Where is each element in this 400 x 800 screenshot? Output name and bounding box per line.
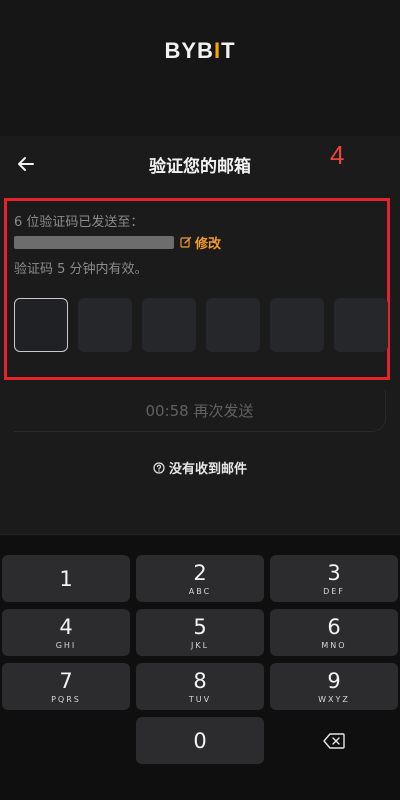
key-1[interactable]: 1 <box>2 555 130 602</box>
key-9[interactable]: 9 WXYZ <box>270 663 398 710</box>
code-input-group <box>14 298 400 354</box>
key-digit: 1 <box>59 566 73 591</box>
code-digit-4[interactable] <box>206 298 260 352</box>
key-digit: 6 <box>327 614 341 639</box>
edit-email-link[interactable]: 修改 <box>180 233 221 252</box>
key-8[interactable]: 8 TUV <box>136 663 264 710</box>
key-6[interactable]: 6 MNO <box>270 609 398 656</box>
code-sent-label: 6 位验证码已发送至： <box>14 215 144 230</box>
key-digit: 0 <box>193 728 207 753</box>
key-digit: 4 <box>59 614 73 639</box>
code-digit-6[interactable] <box>334 298 388 352</box>
code-digit-5[interactable] <box>270 298 324 352</box>
key-2[interactable]: 2 ABC <box>136 555 264 602</box>
app-screen: BYBIT 验证您的邮箱 4 6 位验证码已发送至： 修改 验证码 5 分钟内有… <box>0 0 400 800</box>
key-digit: 7 <box>59 668 73 693</box>
email-row: 修改 <box>14 232 221 252</box>
help-circle-icon <box>153 461 165 474</box>
key-letters: GHI <box>55 640 77 650</box>
code-digit-2[interactable] <box>78 298 132 352</box>
delete-key[interactable] <box>270 717 398 764</box>
no-email-received-link[interactable]: 没有收到邮件 <box>0 458 400 477</box>
key-4[interactable]: 4 GHI <box>2 609 130 656</box>
key-letters: PQRS <box>51 694 81 704</box>
key-blank <box>2 717 130 764</box>
brand-area: BYBIT <box>0 0 400 136</box>
key-letters: MNO <box>321 640 347 650</box>
code-digit-1[interactable] <box>14 298 68 352</box>
key-letters: WXYZ <box>318 694 350 704</box>
annotation-number: 4 <box>330 140 345 170</box>
key-digit: 8 <box>193 668 207 693</box>
key-0[interactable]: 0 <box>136 717 264 764</box>
resend-button[interactable]: 00:58 再次发送 <box>14 390 386 432</box>
key-letters: JKL <box>190 640 210 650</box>
verify-email-sheet: 验证您的邮箱 4 6 位验证码已发送至： 修改 验证码 5 分钟内有效。 00:… <box>0 136 400 800</box>
logo-prefix: BYB <box>164 38 214 63</box>
bybit-logo: BYBIT <box>0 38 400 64</box>
key-digit: 3 <box>327 560 341 585</box>
edit-email-label: 修改 <box>195 236 222 252</box>
backspace-icon <box>323 732 345 749</box>
key-letters: TUV <box>188 694 212 704</box>
key-5[interactable]: 5 JKL <box>136 609 264 656</box>
key-3[interactable]: 3 DEF <box>270 555 398 602</box>
key-digit: 5 <box>193 614 207 639</box>
numeric-keypad: 1 2 ABC 3 DEF 4 GHI 5 JKL 6 MNO 7 PQRS 8… <box>0 534 400 800</box>
code-digit-3[interactable] <box>142 298 196 352</box>
logo-accent: I <box>213 38 222 63</box>
edit-icon <box>180 236 192 248</box>
masked-email <box>14 235 174 249</box>
key-letters: ABC <box>188 586 212 596</box>
key-7[interactable]: 7 PQRS <box>2 663 130 710</box>
key-digit: 2 <box>193 560 207 585</box>
key-digit: 9 <box>327 668 341 693</box>
no-email-label: 没有收到邮件 <box>168 462 247 477</box>
key-letters: DEF <box>323 586 345 596</box>
header: 验证您的邮箱 4 <box>0 136 400 192</box>
validity-note: 验证码 5 分钟内有效。 <box>14 262 148 277</box>
logo-suffix: T <box>221 38 236 63</box>
